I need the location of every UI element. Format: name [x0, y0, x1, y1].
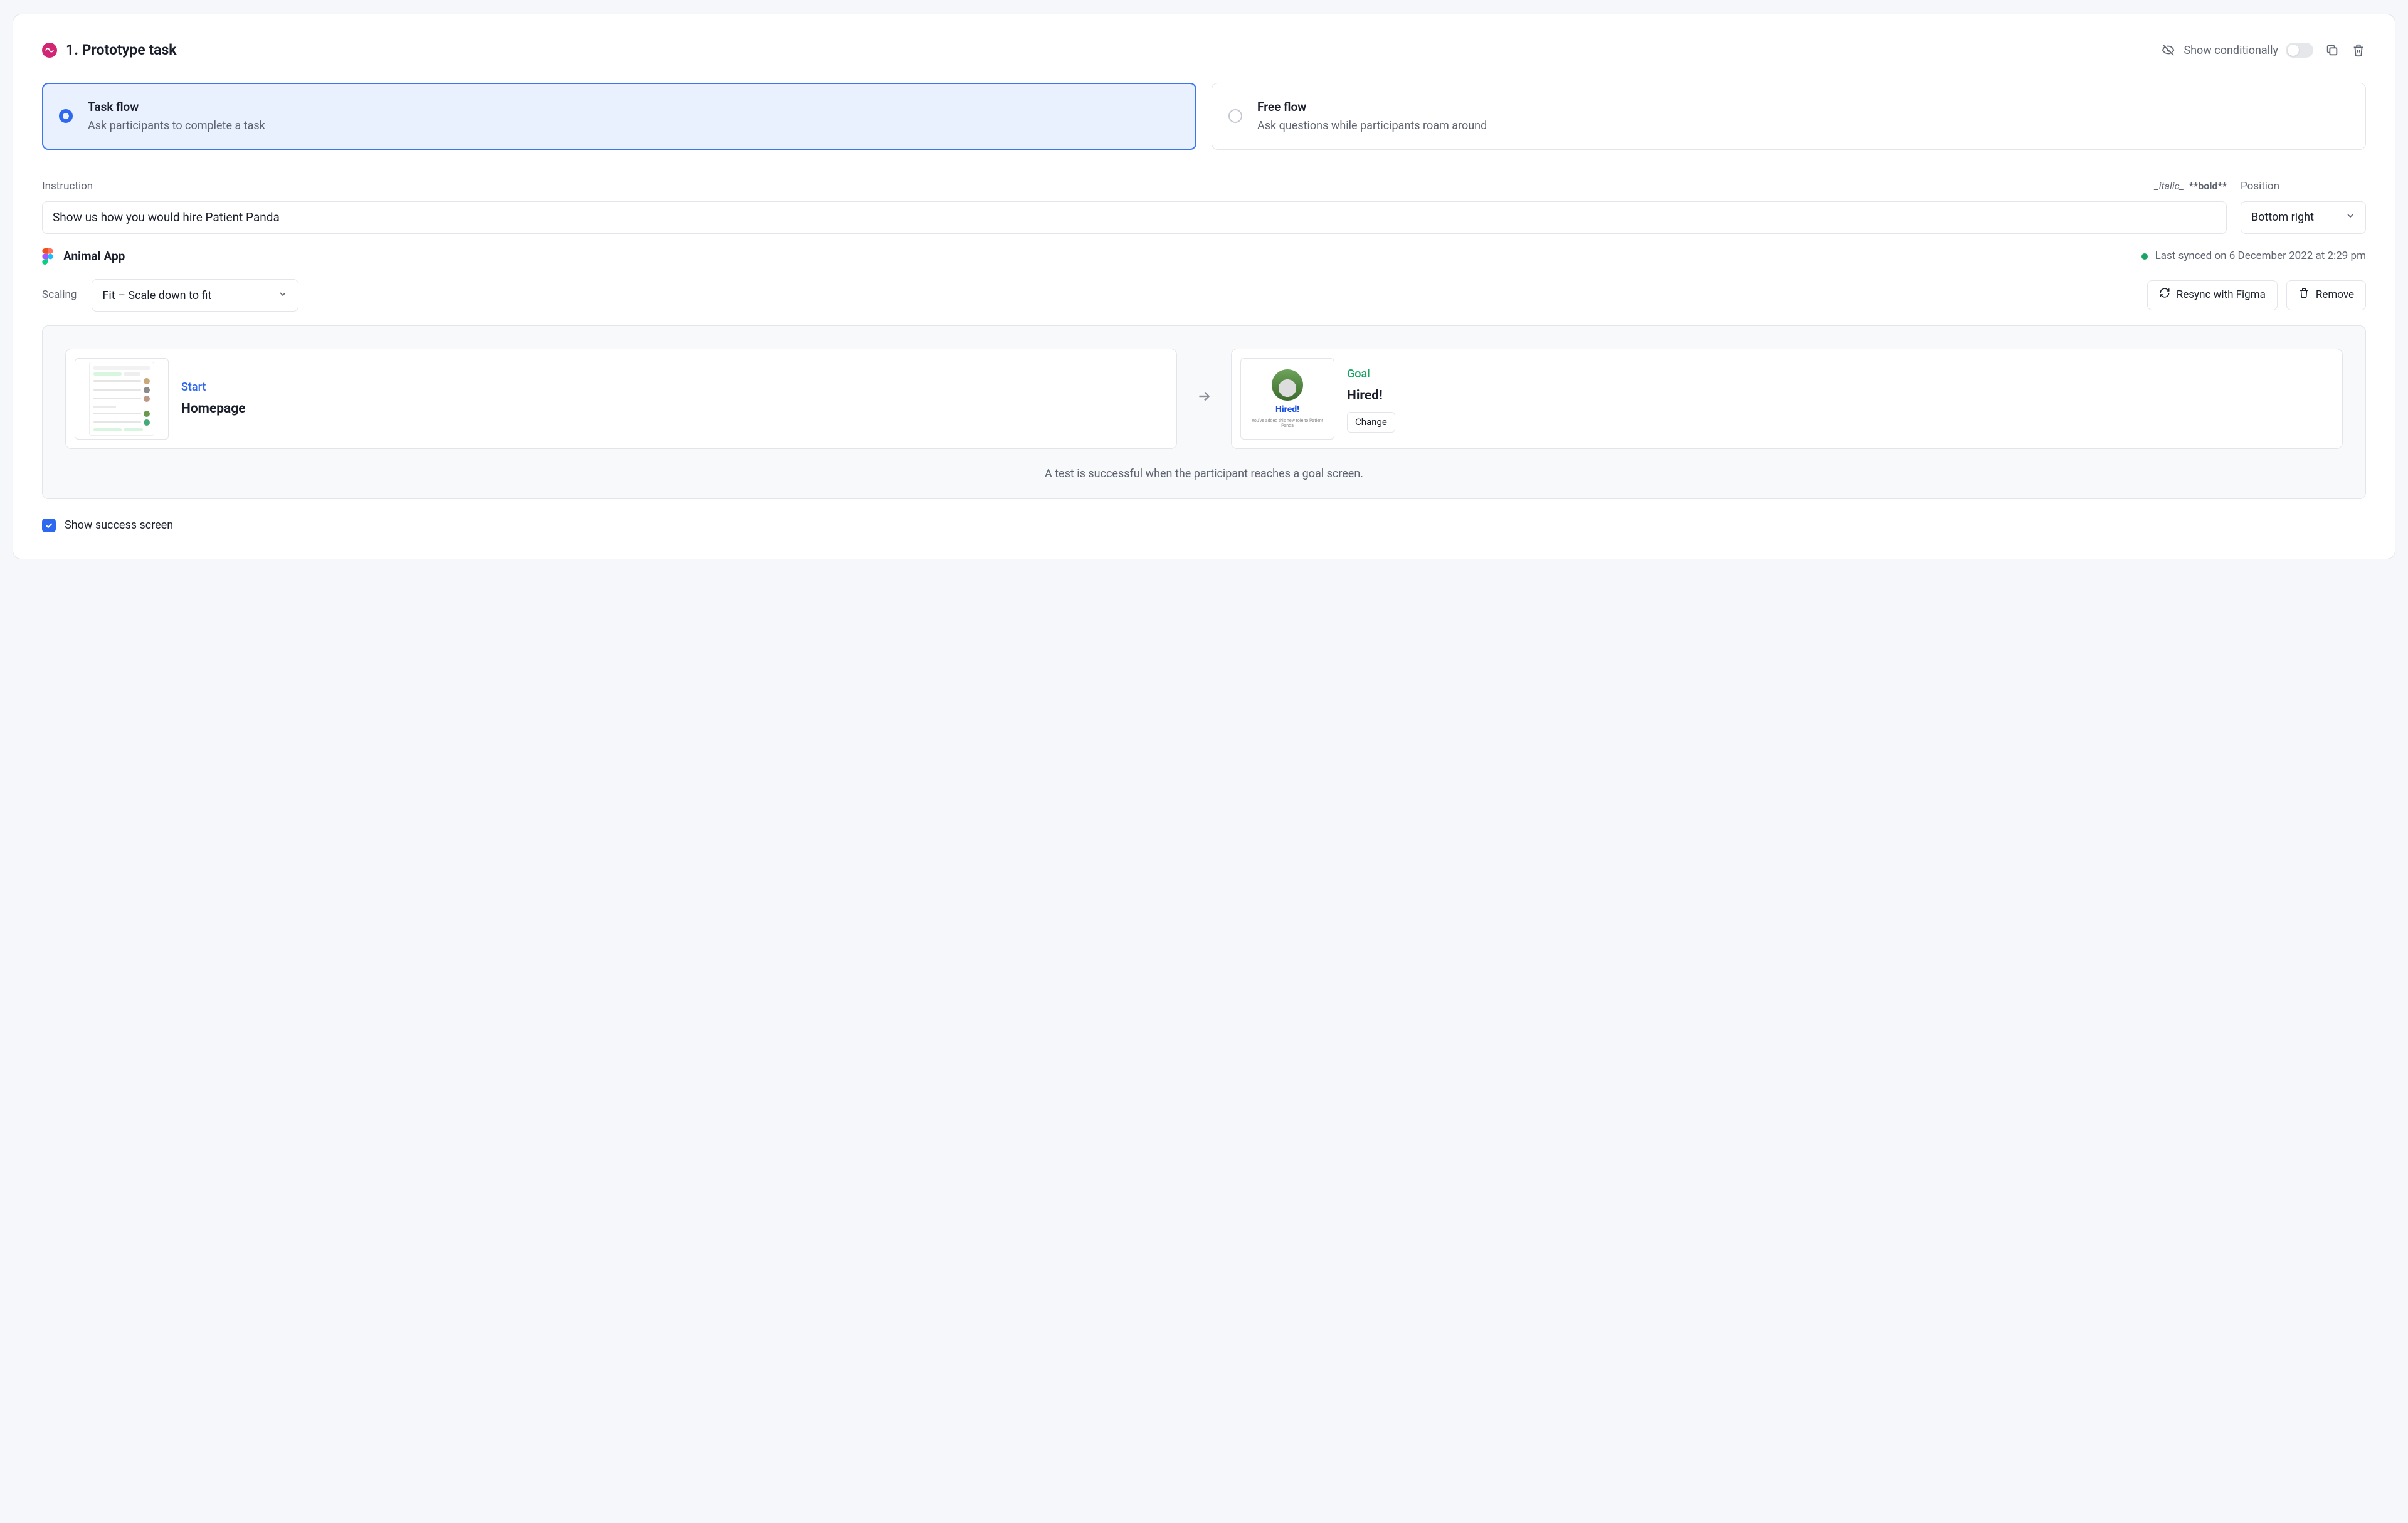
- show-conditionally-control: Show conditionally: [2161, 42, 2313, 59]
- panel-caption: A test is successful when the participan…: [65, 465, 2343, 482]
- resync-label: Resync with Figma: [2177, 287, 2266, 303]
- position-label: Position: [2241, 179, 2366, 195]
- header-actions: Show conditionally: [2161, 42, 2366, 59]
- show-conditionally-toggle[interactable]: [2286, 43, 2313, 58]
- scaling-select[interactable]: Fit – Scale down to fit: [92, 279, 298, 312]
- goal-screen-name: Hired!: [1347, 386, 1395, 406]
- goal-label: Goal: [1347, 366, 1395, 382]
- position-field: Position Bottom right: [2241, 179, 2366, 234]
- flow-type-options: Task flow Ask participants to complete a…: [42, 83, 2366, 150]
- figma-icon: [42, 248, 55, 265]
- scaling-row: Scaling Fit – Scale down to fit Resync w…: [42, 279, 2366, 312]
- status-dot-icon: [2141, 253, 2148, 260]
- task-flow-option[interactable]: Task flow Ask participants to complete a…: [42, 83, 1196, 150]
- free-flow-desc: Ask questions while participants roam ar…: [1257, 117, 1487, 134]
- free-flow-radio[interactable]: [1228, 109, 1242, 123]
- resync-figma-button[interactable]: Resync with Figma: [2147, 280, 2278, 311]
- figma-app-name: Animal App: [63, 248, 125, 266]
- prototype-task-icon: [42, 43, 57, 58]
- goal-thumbnail: Hired! You've added this new role to Pat…: [1240, 358, 1334, 440]
- show-success-checkbox[interactable]: [42, 519, 56, 532]
- free-flow-title: Free flow: [1257, 98, 1487, 117]
- scaling-label: Scaling: [42, 287, 77, 303]
- instruction-field: Instruction _italic_ **bold**: [42, 179, 2227, 234]
- chevron-down-icon: [2345, 209, 2355, 226]
- start-screen-name: Homepage: [181, 399, 246, 419]
- prototype-task-card: 1. Prototype task Show conditionally: [13, 14, 2395, 559]
- scaling-value: Fit – Scale down to fit: [102, 287, 211, 304]
- instruction-label: Instruction: [42, 179, 93, 195]
- sync-status-text: Last synced on 6 December 2022 at 2:29 p…: [2155, 248, 2366, 265]
- start-label: Start: [181, 379, 246, 396]
- chevron-down-icon: [278, 287, 288, 304]
- change-goal-button[interactable]: Change: [1347, 412, 1395, 433]
- free-flow-option[interactable]: Free flow Ask questions while participan…: [1212, 83, 2366, 150]
- goal-screen-card[interactable]: Hired! You've added this new role to Pat…: [1231, 349, 2343, 449]
- refresh-icon: [2159, 287, 2170, 304]
- sync-status: Last synced on 6 December 2022 at 2:29 p…: [2141, 248, 2366, 265]
- task-flow-title: Task flow: [88, 98, 265, 117]
- position-select[interactable]: Bottom right: [2241, 201, 2366, 234]
- figma-info-row: Animal App Last synced on 6 December 202…: [42, 248, 2366, 266]
- position-value: Bottom right: [2251, 209, 2314, 226]
- instruction-input[interactable]: [42, 201, 2227, 234]
- eye-off-icon: [2161, 43, 2176, 58]
- duplicate-button[interactable]: [2325, 43, 2340, 58]
- show-success-label: Show success screen: [65, 517, 173, 534]
- screens-panel: Start Homepage Hired! You've added this …: [42, 325, 2366, 499]
- task-flow-radio[interactable]: [59, 109, 73, 123]
- remove-label: Remove: [2316, 287, 2354, 303]
- card-title: 1. Prototype task: [66, 40, 177, 61]
- arrow-right-icon: [1196, 388, 1212, 409]
- remove-button[interactable]: Remove: [2286, 280, 2366, 311]
- instruction-row: Instruction _italic_ **bold** Position B…: [42, 179, 2366, 234]
- show-conditionally-label: Show conditionally: [2184, 42, 2278, 59]
- title-wrap: 1. Prototype task: [42, 40, 177, 61]
- formatting-hint: _italic_ **bold**: [2155, 179, 2227, 194]
- start-screen-card[interactable]: Start Homepage: [65, 349, 1177, 449]
- delete-button[interactable]: [2351, 43, 2366, 58]
- task-flow-desc: Ask participants to complete a task: [88, 117, 265, 134]
- success-checkbox-row: Show success screen: [42, 517, 2366, 534]
- start-thumbnail: [75, 358, 169, 440]
- trash-icon: [2298, 287, 2310, 304]
- card-header: 1. Prototype task Show conditionally: [42, 40, 2366, 61]
